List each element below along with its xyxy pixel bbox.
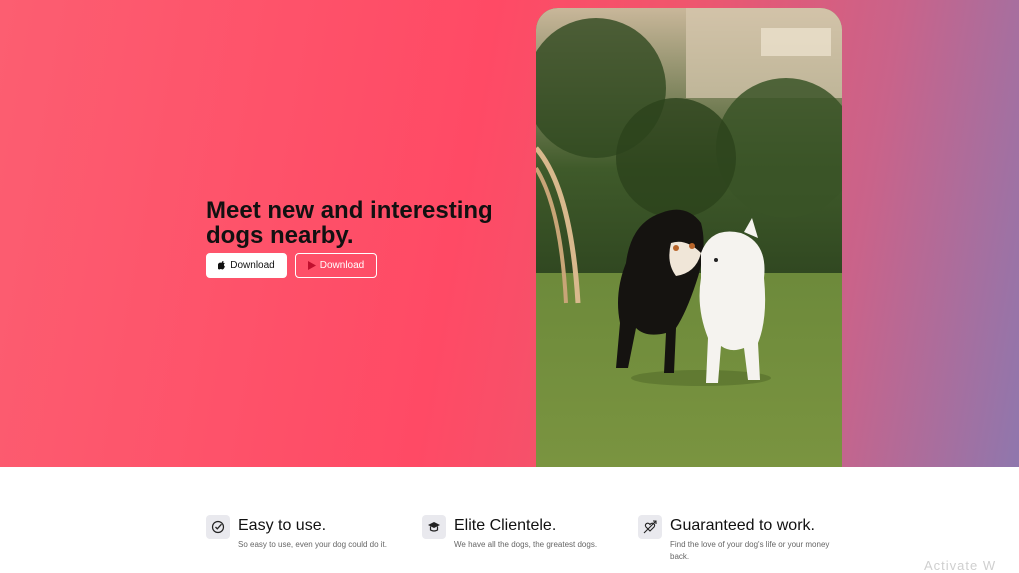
google-play-download-button[interactable]: Download [295, 253, 377, 278]
apple-icon [218, 261, 226, 270]
feature-description: So easy to use, even your dog could do i… [238, 540, 387, 549]
features-section: Easy to use. So easy to use, even your d… [0, 467, 1019, 566]
app-store-button-label: Download [230, 260, 275, 271]
dogs-image [536, 8, 842, 467]
play-store-icon [307, 261, 316, 270]
check-circle-icon [206, 515, 230, 539]
feature-title: Guaranteed to work. [670, 517, 815, 534]
hero-dog-photo [536, 8, 842, 467]
graduation-cap-icon [422, 515, 446, 539]
google-play-button-label: Download [319, 260, 365, 271]
feature-title: Easy to use. [238, 517, 327, 534]
feature-description: We have all the dogs, the greatest dogs. [454, 540, 598, 549]
heart-arrow-icon [638, 515, 662, 539]
feature-title: Elite Clientele. [454, 517, 557, 534]
hero-section: Meet new and interesting dogs nearby. Do… [0, 0, 1019, 467]
app-store-download-button[interactable]: Download [206, 253, 287, 278]
hero-title: Meet new and interesting dogs nearby. [206, 197, 493, 249]
feature-description: Find the love of your dog's life or your… [670, 540, 830, 561]
